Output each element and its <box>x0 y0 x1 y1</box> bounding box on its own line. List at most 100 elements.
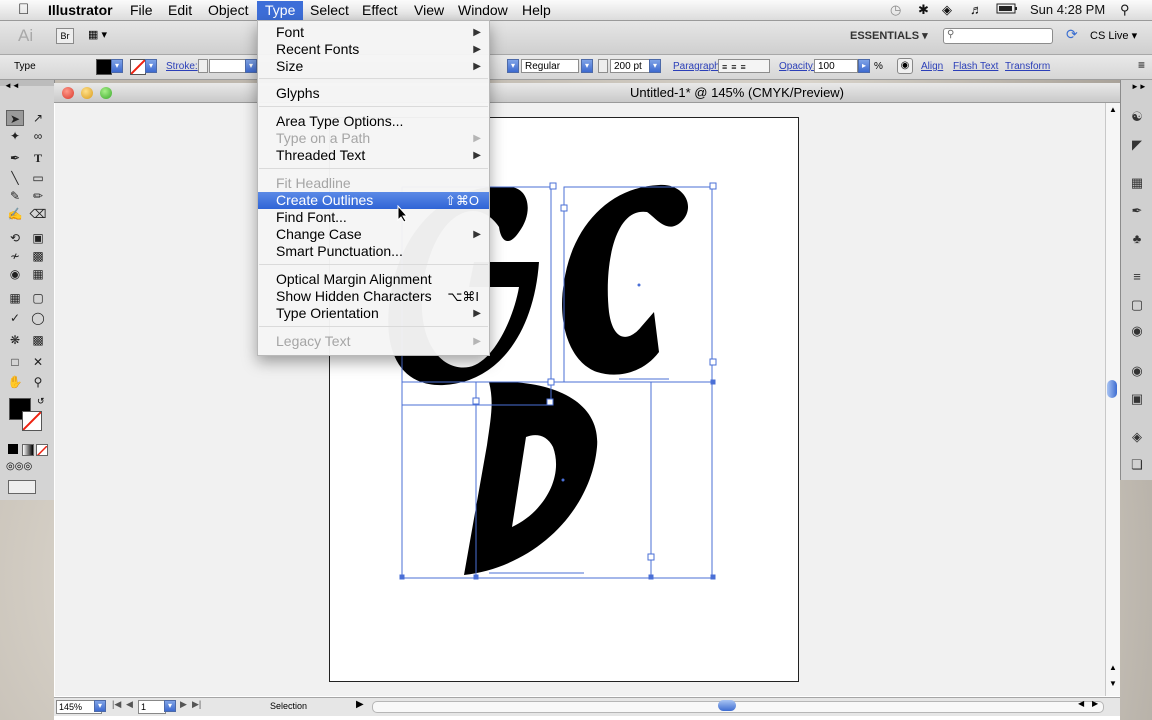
slice-tool-icon[interactable]: ✕ <box>29 354 47 370</box>
recolor-artwork-icon[interactable]: ◉ <box>897 58 913 74</box>
scroll-up-icon[interactable]: ▲ <box>1109 105 1117 114</box>
symbol-sprayer-tool-icon[interactable]: ❋ <box>6 332 24 348</box>
transform-link[interactable]: Transform <box>1005 61 1050 72</box>
opacity-dropdown[interactable]: ▸ <box>858 59 870 73</box>
menu-help[interactable]: Help <box>514 1 559 20</box>
menu-view[interactable]: View <box>406 1 452 20</box>
appearance-icon[interactable]: ◉ <box>1129 364 1145 378</box>
color-guide-icon[interactable]: ☯ <box>1129 110 1145 124</box>
screen-mode-icon[interactable] <box>8 480 36 494</box>
menu-item-create-outlines[interactable]: Create Outlines ⇧⌘O <box>258 192 489 209</box>
scroll-up-icon[interactable]: ▲ <box>1109 663 1117 672</box>
cs-live-menu[interactable]: CS Live ▾ <box>1090 29 1137 42</box>
menu-window[interactable]: Window <box>450 1 516 20</box>
stroke-weight-field[interactable] <box>209 59 247 73</box>
menu-object[interactable]: Object <box>200 1 256 20</box>
drawing-modes-icon[interactable]: ◎◎◎ <box>6 461 32 472</box>
swatches-icon[interactable]: ▦ <box>1129 176 1145 190</box>
battery-icon[interactable] <box>996 1 1018 20</box>
spotlight-icon[interactable]: ⚲ <box>1120 1 1130 20</box>
mesh-tool-icon[interactable]: ▦ <box>6 290 24 306</box>
menu-item-smart-punctuation[interactable]: Smart Punctuation... <box>258 243 489 260</box>
brushes-icon[interactable]: ✒ <box>1129 204 1145 218</box>
type-tool-icon[interactable]: T <box>29 150 47 166</box>
lasso-tool-icon[interactable]: ∞ <box>29 128 47 144</box>
help-search-input[interactable]: ⚲ <box>943 28 1053 44</box>
stroke-panel-icon[interactable]: ≡ <box>1129 270 1145 284</box>
menu-item-change-case[interactable]: Change Case ▶ <box>258 226 489 243</box>
gradient-mode-icon[interactable] <box>22 444 34 456</box>
last-artboard-icon[interactable]: ▶| <box>192 699 201 710</box>
perspective-grid-tool-icon[interactable]: ▦ <box>29 266 47 282</box>
menu-item-glyphs[interactable]: Glyphs <box>258 85 489 102</box>
rotate-tool-icon[interactable]: ⟲ <box>6 230 24 246</box>
font-size-dropdown[interactable]: ▾ <box>649 59 661 73</box>
symbols-icon[interactable]: ♣ <box>1129 232 1145 246</box>
eraser-tool-icon[interactable]: ⌫ <box>29 206 47 222</box>
swap-colors-icon[interactable]: ↺ <box>37 396 45 407</box>
free-transform-tool-icon[interactable]: ▩ <box>29 248 47 264</box>
menu-item-type-orientation[interactable]: Type Orientation ▶ <box>258 305 489 322</box>
menu-edit[interactable]: Edit <box>160 1 200 20</box>
zoom-window-button[interactable] <box>100 87 112 99</box>
opacity-field[interactable]: 100 <box>814 59 858 73</box>
menu-file[interactable]: File <box>122 1 161 20</box>
menu-effect[interactable]: Effect <box>354 1 406 20</box>
menu-select[interactable]: Select <box>302 1 357 20</box>
workspace-switcher[interactable]: ESSENTIALS ▾ <box>850 29 928 42</box>
menubar-clock[interactable]: Sun 4:28 PM <box>1030 1 1105 20</box>
artboard-dropdown[interactable]: ▾ <box>164 700 176 712</box>
scroll-right-icon[interactable]: ▶ <box>1092 699 1098 708</box>
shape-builder-tool-icon[interactable]: ◉ <box>6 266 24 282</box>
status-menu-icon[interactable]: ▶ <box>356 699 364 710</box>
gradient-panel-icon[interactable]: ▢ <box>1129 298 1145 312</box>
next-artboard-icon[interactable]: ▶ <box>180 699 187 710</box>
line-tool-icon[interactable]: ╲ <box>6 170 24 186</box>
blob-brush-tool-icon[interactable]: ✍ <box>6 206 24 222</box>
stroke-dropdown[interactable]: ▾ <box>145 59 157 73</box>
menu-item-font[interactable]: Font ▶ <box>258 24 489 41</box>
artboard-tool-icon[interactable]: □ <box>6 354 24 370</box>
expand-panels-icon[interactable]: ►► <box>1131 82 1147 91</box>
font-size-field[interactable]: 200 pt <box>610 59 650 73</box>
time-machine-icon[interactable]: ◷ <box>890 1 901 20</box>
previous-artboard-icon[interactable]: ◀ <box>126 699 133 710</box>
eyedropper-tool-icon[interactable]: ✓ <box>6 310 24 326</box>
collapse-panel-icon[interactable]: ◄◄ <box>4 81 20 90</box>
menu-item-size[interactable]: Size ▶ <box>258 58 489 75</box>
width-tool-icon[interactable]: ≁ <box>6 248 24 264</box>
magic-wand-tool-icon[interactable]: ✦ <box>6 128 24 144</box>
font-size-stepper[interactable] <box>598 59 608 73</box>
menu-item-optical-margin-alignment[interactable]: Optical Margin Alignment <box>258 271 489 288</box>
close-window-button[interactable] <box>62 87 74 99</box>
stroke-color-swatch[interactable] <box>130 59 146 75</box>
opacity-label[interactable]: Opacity: <box>779 61 816 72</box>
stroke-weight-stepper[interactable] <box>198 59 208 73</box>
graphic-styles-icon[interactable]: ▣ <box>1129 392 1145 406</box>
stroke-label[interactable]: Stroke: <box>166 61 198 72</box>
font-style-dropdown[interactable]: ▾ <box>581 59 593 73</box>
layers-icon[interactable]: ◈ <box>1129 430 1145 444</box>
bridge-button[interactable]: Br <box>56 28 74 44</box>
none-mode-icon[interactable] <box>36 444 48 456</box>
pen-tool-icon[interactable]: ✒ <box>6 150 24 166</box>
scroll-left-icon[interactable]: ◀ <box>1078 699 1084 708</box>
menu-item-show-hidden-characters[interactable]: Show Hidden Characters ⌥⌘I <box>258 288 489 305</box>
arrange-documents-icon[interactable]: ▦ ▾ <box>88 28 107 41</box>
vertical-scroll-thumb[interactable] <box>1107 380 1117 398</box>
horizontal-scrollbar[interactable] <box>372 701 1104 713</box>
color-panel-icon[interactable]: ◤ <box>1129 138 1145 152</box>
paragraph-label[interactable]: Paragraph: <box>673 61 722 72</box>
volume-icon[interactable]: ♬ <box>970 1 983 20</box>
fill-dropdown[interactable]: ▾ <box>111 59 123 73</box>
align-link[interactable]: Align <box>921 61 943 72</box>
minimize-window-button[interactable] <box>81 87 93 99</box>
selection-tool-icon[interactable]: ➤ <box>6 110 24 126</box>
gradient-tool-icon[interactable]: ▢ <box>29 290 47 306</box>
scale-tool-icon[interactable]: ▣ <box>29 230 47 246</box>
artboard-number-field[interactable]: 1 <box>138 700 166 714</box>
menu-type[interactable]: Type <box>257 1 304 20</box>
zoom-tool-icon[interactable]: ⚲ <box>29 374 47 390</box>
transparency-icon[interactable]: ◉ <box>1129 324 1145 338</box>
artboards-icon[interactable]: ❏ <box>1129 458 1145 472</box>
